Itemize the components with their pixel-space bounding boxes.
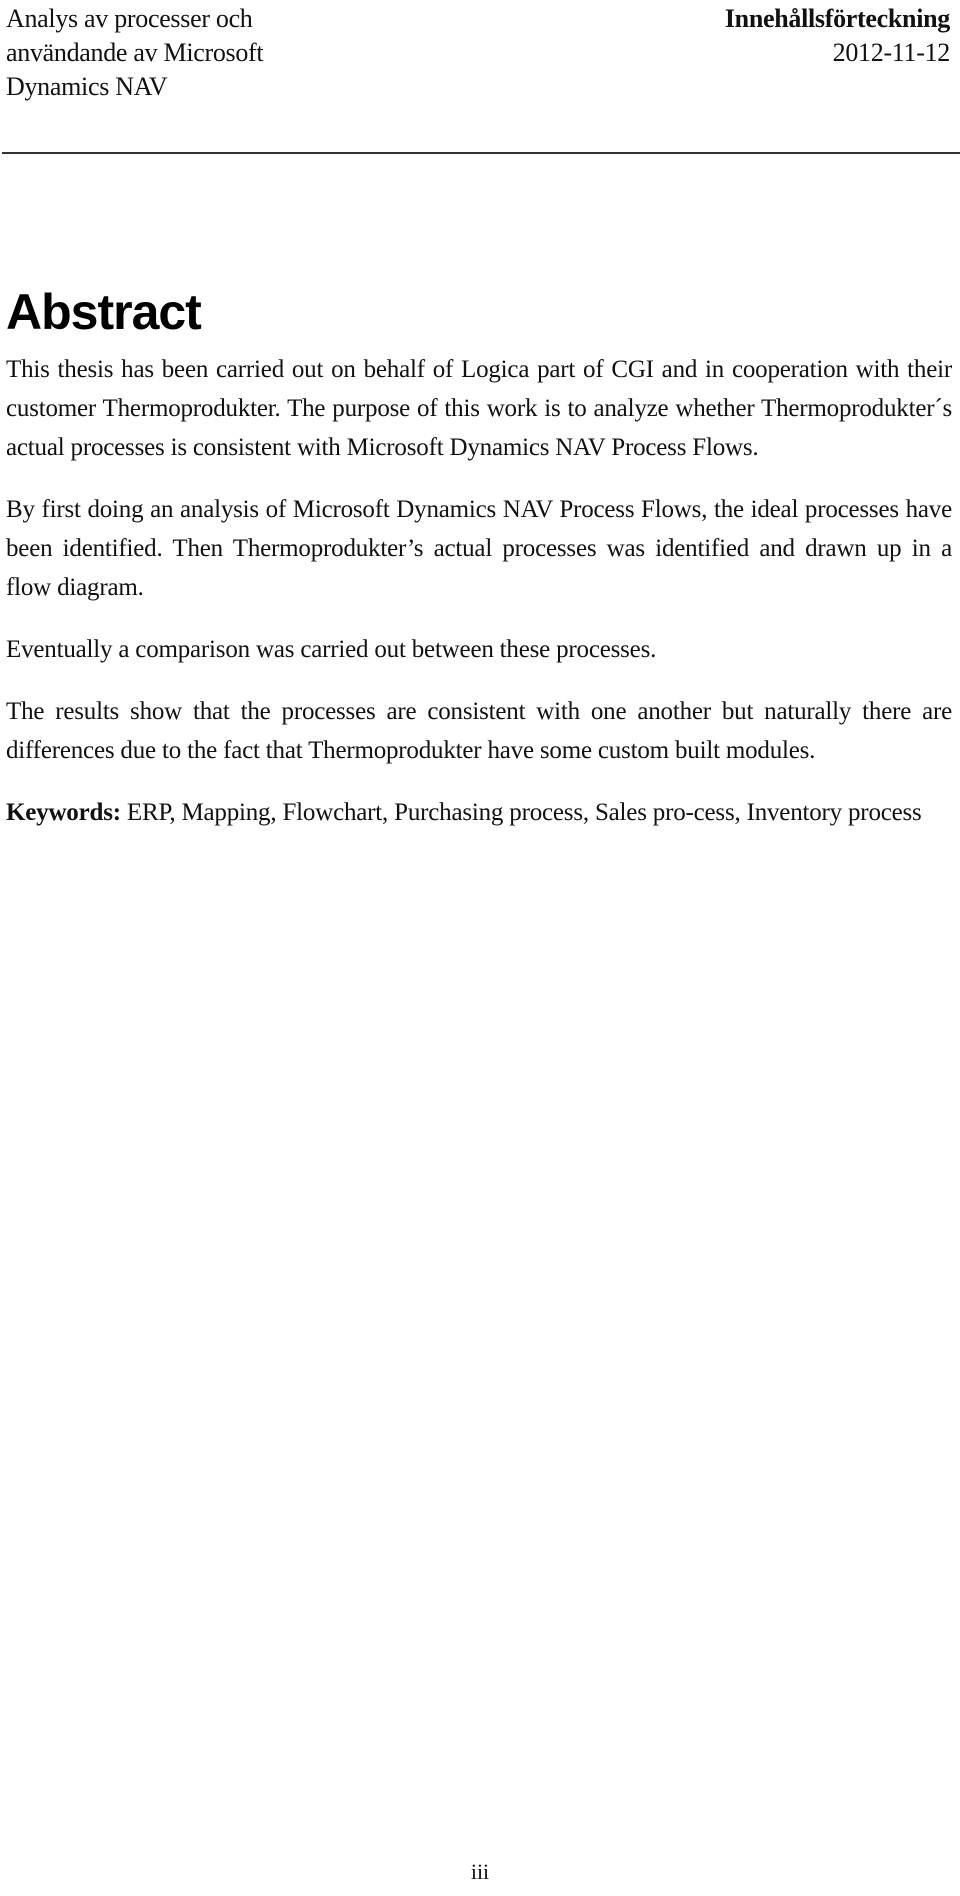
- abstract-paragraph: This thesis has been carried out on beha…: [6, 356, 952, 461]
- abstract-paragraph: By first doing an analysis of Microsoft …: [6, 496, 952, 601]
- abstract-body: This thesis has been carried out on beha…: [6, 350, 952, 855]
- keywords-list: ERP, Mapping, Flowchart, Purchasing proc…: [120, 799, 922, 826]
- header-meta: Innehållsförteckning 2012-11-12: [725, 2, 950, 70]
- keywords-label: Keywords:: [6, 799, 121, 826]
- document-date: 2012-11-12: [832, 38, 951, 67]
- abstract-paragraph: Eventually a comparison was carried out …: [6, 636, 657, 663]
- abstract-heading: Abstract: [6, 284, 202, 340]
- document-title: Analys av processer och användande av Mi…: [6, 2, 264, 104]
- keywords-paragraph: Keywords: ERP, Mapping, Flowchart, Purch…: [6, 793, 952, 832]
- document-title-line: Analys av processer och: [6, 4, 253, 33]
- document-title-line: användande av Microsoft: [6, 38, 264, 67]
- document-title-line: Dynamics NAV: [6, 72, 168, 101]
- abstract-paragraph: The results show that the processes are …: [6, 698, 952, 764]
- section-name: Innehållsförteckning: [724, 4, 950, 33]
- header-divider: [2, 152, 960, 154]
- page-number: iii: [470, 1859, 490, 1884]
- page-header: Analys av processer och användande av Mi…: [6, 0, 950, 130]
